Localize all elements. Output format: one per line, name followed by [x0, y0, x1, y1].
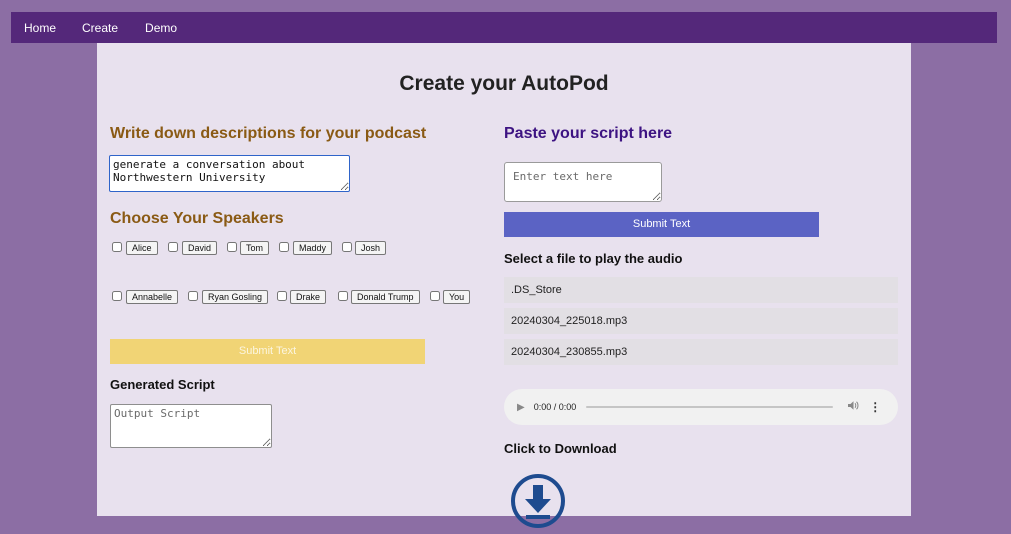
speaker-button-you[interactable]: You — [443, 290, 471, 304]
download-circle-icon[interactable] — [510, 473, 566, 529]
speaker-button-alice[interactable]: Alice — [126, 241, 158, 255]
page-title: Create your AutoPod — [399, 72, 609, 95]
nav-create-link[interactable]: Create — [82, 21, 118, 35]
speaker-checkbox-alice[interactable] — [112, 242, 122, 252]
audio-seek-bar[interactable] — [586, 406, 834, 408]
speakers-heading: Choose Your Speakers — [110, 210, 284, 227]
speaker-checkbox-annabelle[interactable] — [112, 291, 122, 301]
file-item-20240304-230855[interactable]: 20240304_230855.mp3 — [504, 339, 898, 365]
play-icon[interactable]: ▶ — [517, 402, 525, 413]
volume-icon[interactable] — [847, 400, 859, 414]
main-panel: Create your AutoPod Write down descripti… — [97, 43, 911, 528]
speaker-checkbox-david[interactable] — [168, 242, 178, 252]
download-heading: Click to Download — [504, 441, 617, 456]
top-navbar: Home Create Demo — [11, 12, 997, 43]
speaker-checkbox-ryan-gosling[interactable] — [188, 291, 198, 301]
submit-script-button[interactable]: Submit Text — [504, 212, 819, 237]
nav-home-link[interactable]: Home — [24, 21, 56, 35]
speaker-checkbox-donald-trump[interactable] — [338, 291, 348, 301]
speaker-checkbox-maddy[interactable] — [279, 242, 289, 252]
submit-description-button[interactable]: Submit Text — [110, 339, 425, 364]
generated-script-heading: Generated Script — [110, 377, 215, 392]
speaker-button-donald-trump[interactable]: Donald Trump — [351, 290, 420, 304]
speaker-button-josh[interactable]: Josh — [355, 241, 387, 255]
speaker-button-maddy[interactable]: Maddy — [293, 241, 333, 255]
speaker-checkbox-josh[interactable] — [342, 242, 352, 252]
speaker-checkbox-tom[interactable] — [227, 242, 237, 252]
speaker-button-tom[interactable]: Tom — [240, 241, 270, 255]
script-input[interactable] — [504, 162, 662, 202]
more-vertical-icon[interactable]: ⋮ — [869, 400, 881, 414]
speaker-button-drake[interactable]: Drake — [290, 290, 327, 304]
file-item-20240304-225018[interactable]: 20240304_225018.mp3 — [504, 308, 898, 334]
audio-time: 0:00 / 0:00 — [533, 402, 577, 412]
description-input[interactable]: generate a conversation about Northweste… — [109, 155, 350, 192]
speaker-button-annabelle[interactable]: Annabelle — [126, 290, 179, 304]
description-heading: Write down descriptions for your podcast — [110, 125, 427, 142]
speaker-checkbox-you[interactable] — [430, 291, 440, 301]
nav-demo-link[interactable]: Demo — [145, 21, 177, 35]
file-item-ds-store[interactable]: .DS_Store — [504, 277, 898, 303]
file-select-heading: Select a file to play the audio — [504, 251, 683, 266]
speaker-button-david[interactable]: David — [182, 241, 218, 255]
speaker-checkbox-drake[interactable] — [277, 291, 287, 301]
speaker-button-ryan-gosling[interactable]: Ryan Gosling — [202, 290, 269, 304]
audio-player: ▶ 0:00 / 0:00 ⋮ — [504, 389, 898, 425]
script-heading: Paste your script here — [504, 125, 673, 142]
output-script-textarea[interactable] — [110, 404, 272, 448]
